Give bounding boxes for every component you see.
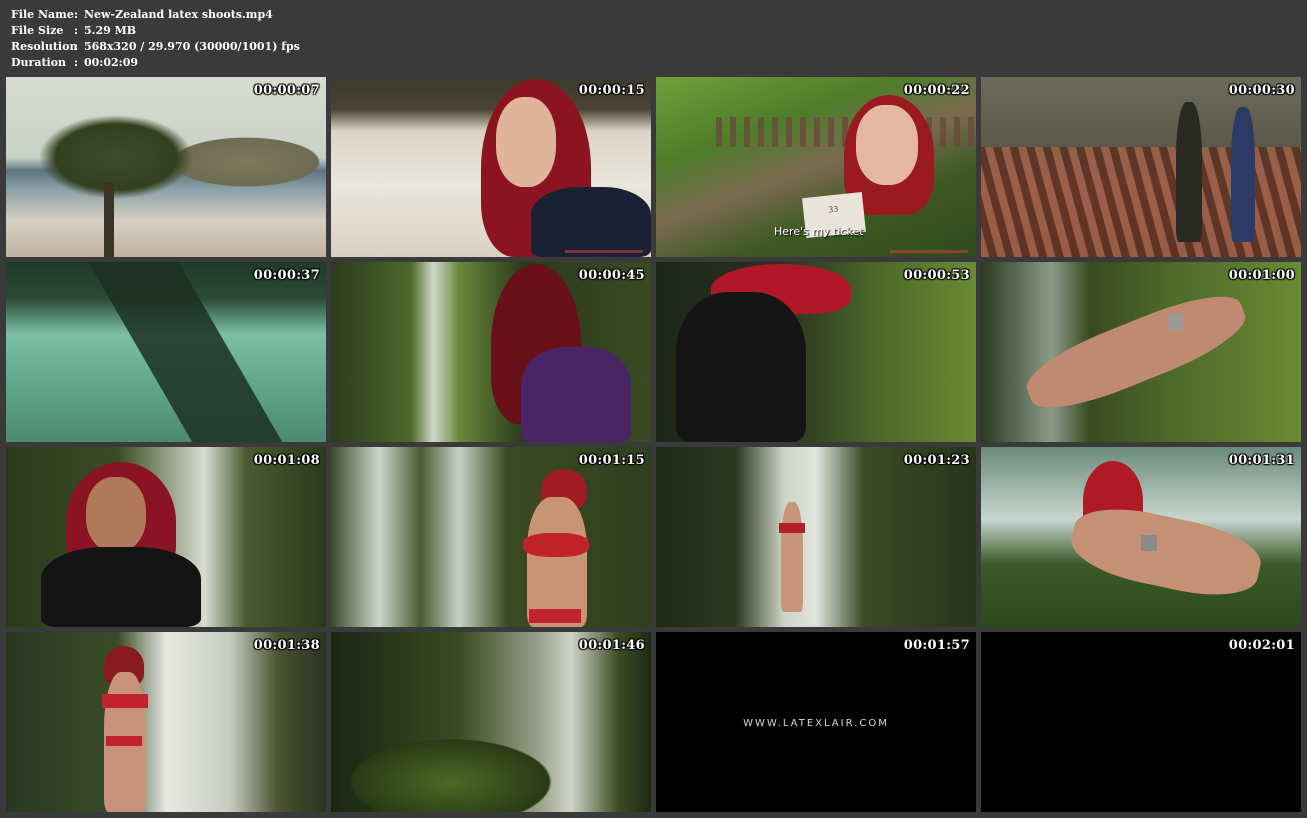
- tree-canopy: [6, 77, 326, 257]
- bikini-top: [779, 523, 805, 533]
- subtitle-caption: Here's my ticket: [774, 225, 864, 238]
- separator: :: [74, 8, 79, 21]
- timecode: 00:00:07: [253, 83, 320, 98]
- file-name-row: File Name : New-Zealand latex shoots.mp4: [11, 7, 300, 23]
- thumbnail-15[interactable]: WWW.LATEXLAIR.COM 00:01:57: [656, 632, 976, 812]
- scene-waterfall-bikini: [331, 447, 651, 627]
- duration-row: Duration : 00:02:09: [11, 55, 300, 71]
- file-name-label: File Name: [11, 8, 74, 21]
- resolution-value: 568x320 / 29.970 (30000/1001) fps: [84, 40, 300, 53]
- timecode: 00:00:15: [578, 83, 645, 98]
- tree-trunk: [104, 182, 114, 257]
- thumbnail-6[interactable]: 00:00:45: [331, 262, 651, 442]
- video-logo: [890, 250, 968, 253]
- duration-value: 00:02:09: [84, 56, 139, 69]
- video-logo: [565, 250, 643, 253]
- thumbnail-10[interactable]: 00:01:15: [331, 447, 651, 627]
- file-size-value: 5.29 MB: [84, 24, 137, 37]
- thumbnail-4[interactable]: 00:00:30: [981, 77, 1301, 257]
- face: [496, 97, 556, 187]
- timecode: 00:01:08: [253, 453, 320, 468]
- timecode: 00:00:53: [903, 268, 970, 283]
- timecode: 00:01:38: [253, 638, 320, 653]
- thumbnail-1[interactable]: 00:00:07: [6, 77, 326, 257]
- timecode: 00:01:31: [1228, 453, 1295, 468]
- ticket-number: 33: [827, 204, 839, 215]
- censor-block: [1169, 314, 1183, 330]
- face: [86, 477, 146, 552]
- thumbnail-12[interactable]: 00:01:31: [981, 447, 1301, 627]
- figure: [781, 502, 803, 612]
- duration-label: Duration: [11, 56, 67, 69]
- file-size-label: File Size: [11, 24, 64, 37]
- jacket: [531, 187, 651, 257]
- timecode: 00:02:01: [1228, 638, 1295, 653]
- face: [856, 105, 918, 185]
- scene-waterfall-standing: [6, 632, 326, 812]
- timecode: 00:00:22: [903, 83, 970, 98]
- timecode: 00:01:46: [578, 638, 645, 653]
- thumbnail-16[interactable]: 00:02:01: [981, 632, 1301, 812]
- separator: :: [74, 24, 79, 37]
- thumbnail-9[interactable]: 00:01:08: [6, 447, 326, 627]
- watermark-text: WWW.LATEXLAIR.COM: [743, 718, 889, 729]
- resolution-row: Resolution : 568x320 / 29.970 (30000/100…: [11, 39, 300, 55]
- file-size-row: File Size : 5.29 MB: [11, 23, 300, 39]
- separator: :: [74, 56, 79, 69]
- person-left: [1176, 102, 1202, 242]
- bikini-top: [523, 533, 589, 557]
- scene-black: [981, 632, 1301, 812]
- person-right: [1231, 107, 1255, 242]
- purple-top: [521, 347, 631, 442]
- timecode: 00:01:00: [1228, 268, 1295, 283]
- thumbnail-8[interactable]: 00:01:00: [981, 262, 1301, 442]
- bikini-top: [102, 694, 148, 708]
- resolution-label: Resolution: [11, 40, 78, 53]
- foliage: [331, 632, 651, 812]
- timecode: 00:01:57: [903, 638, 970, 653]
- thumbnail-13[interactable]: 00:01:38: [6, 632, 326, 812]
- thumbnail-11[interactable]: 00:01:23: [656, 447, 976, 627]
- timecode: 00:00:30: [1228, 83, 1295, 98]
- thumbnail-5[interactable]: 00:00:37: [6, 262, 326, 442]
- thumbnail-7[interactable]: 00:00:53: [656, 262, 976, 442]
- scene-waterfall-pose: [656, 447, 976, 627]
- thumbnail-grid: 00:00:07 00:00:15 33 Here's my ticket 00…: [6, 77, 1301, 812]
- thumbnail-3[interactable]: 33 Here's my ticket 00:00:22: [656, 77, 976, 257]
- timecode: 00:00:37: [253, 268, 320, 283]
- timecode: 00:01:15: [578, 453, 645, 468]
- thumbnail-14[interactable]: 00:01:46: [331, 632, 651, 812]
- bikini-bottom: [106, 736, 142, 746]
- figure: [527, 497, 587, 627]
- file-name-value: New-Zealand latex shoots.mp4: [84, 8, 273, 21]
- black-outfit: [41, 547, 201, 627]
- bikini-bottom: [529, 609, 581, 623]
- separator: :: [74, 40, 79, 53]
- censor-block: [1141, 535, 1157, 551]
- file-info-panel: File Name : New-Zealand latex shoots.mp4…: [11, 7, 300, 71]
- black-outfit: [676, 292, 806, 442]
- timecode: 00:01:23: [903, 453, 970, 468]
- timecode: 00:00:45: [578, 268, 645, 283]
- thumbnail-2[interactable]: 00:00:15: [331, 77, 651, 257]
